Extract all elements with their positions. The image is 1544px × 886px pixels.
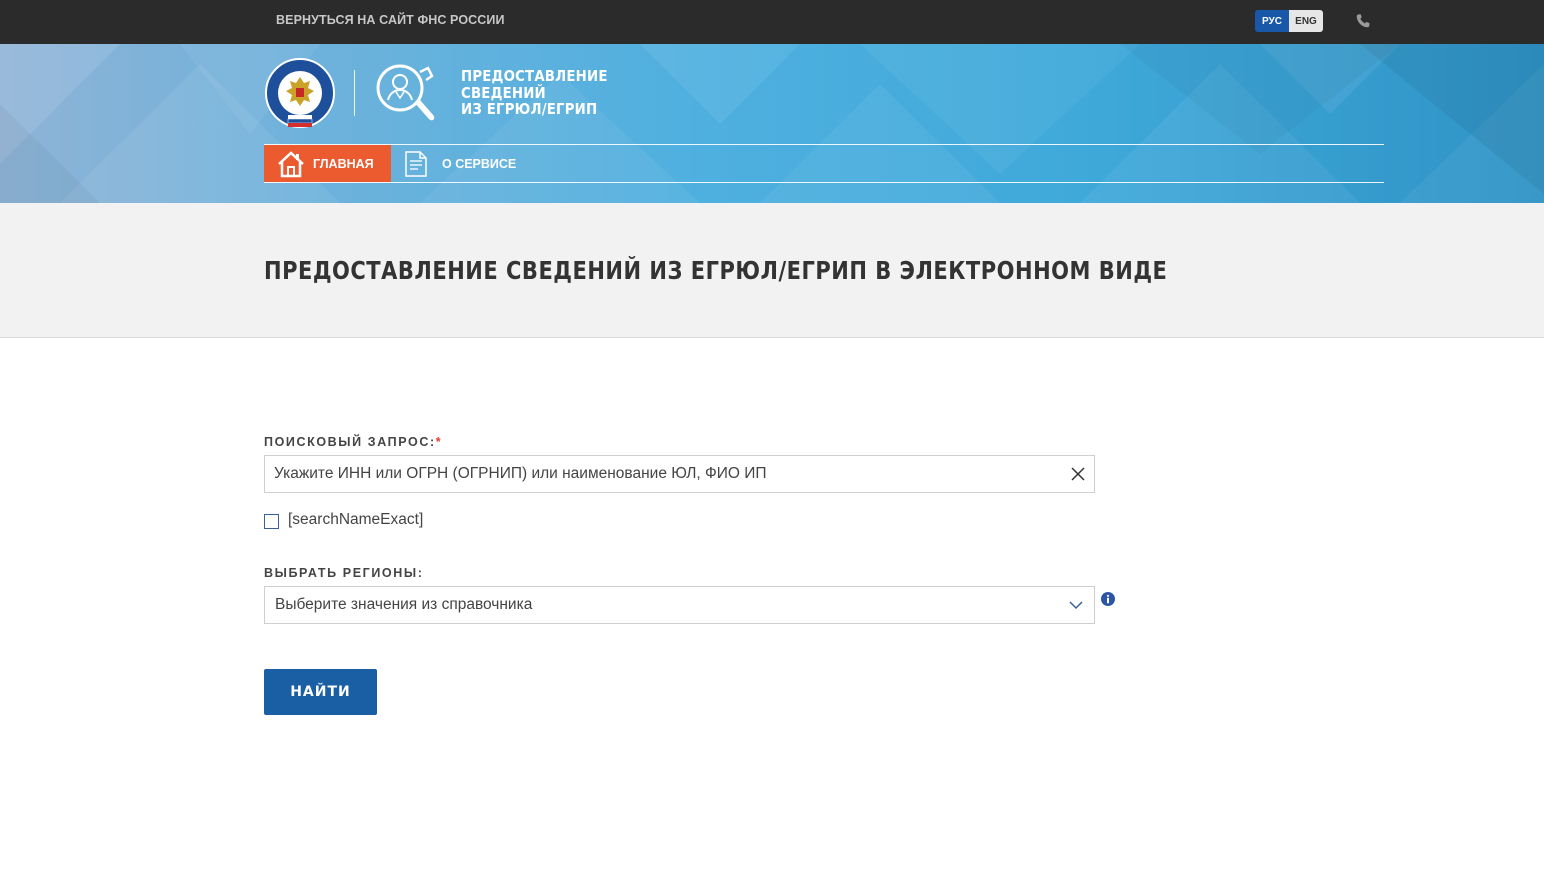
- nav-home-tab[interactable]: ГЛАВНАЯ: [264, 145, 391, 182]
- nav-about-tab[interactable]: О СЕРВИСЕ: [402, 145, 516, 182]
- nav-home-label: ГЛАВНАЯ: [313, 156, 374, 171]
- nav-about-label: О СЕРВИСЕ: [442, 156, 517, 171]
- header-background-pattern: [0, 44, 1544, 203]
- language-switcher: РУС ENG: [1255, 10, 1323, 32]
- site-header: ПРЕДОСТАВЛЕНИЕ СВЕДЕНИЙ ИЗ ЕГРЮЛ/ЕГРИП Г…: [0, 44, 1544, 203]
- service-title: ПРЕДОСТАВЛЕНИЕ СВЕДЕНИЙ ИЗ ЕГРЮЛ/ЕГРИП: [461, 68, 608, 118]
- find-button[interactable]: НАЙТИ: [264, 669, 377, 715]
- fns-emblem-logo: [265, 58, 335, 128]
- search-field: [264, 455, 1095, 493]
- nav-divider-bottom: [264, 182, 1384, 183]
- back-to-fns-link[interactable]: ВЕРНУТЬСЯ НА САЙТ ФНС РОССИИ: [276, 13, 505, 27]
- search-name-exact-checkbox[interactable]: [264, 514, 279, 529]
- regions-label: ВЫБРАТЬ РЕГИОНЫ:: [264, 566, 424, 580]
- document-icon: [405, 150, 427, 177]
- service-title-line: ПРЕДОСТАВЛЕНИЕ: [461, 67, 608, 85]
- chevron-down-icon: [1069, 601, 1083, 610]
- lang-en-button[interactable]: ENG: [1289, 10, 1323, 32]
- phone-icon[interactable]: [1355, 13, 1371, 29]
- search-input[interactable]: [274, 456, 1054, 492]
- top-bar: ВЕРНУТЬСЯ НА САЙТ ФНС РОССИИ РУС ENG: [0, 0, 1544, 44]
- service-title-line: СВЕДЕНИЙ: [461, 83, 546, 102]
- service-magnifier-icon: [376, 64, 435, 121]
- search-name-exact-label[interactable]: [searchNameExact]: [288, 511, 423, 529]
- regions-select[interactable]: Выберите значения из справочника: [264, 586, 1095, 624]
- lang-ru-button[interactable]: РУС: [1255, 10, 1289, 32]
- page-title-band: ПРЕДОСТАВЛЕНИЕ СВЕДЕНИЙ ИЗ ЕГРЮЛ/ЕГРИП В…: [0, 203, 1544, 338]
- search-label: ПОИСКОВЫЙ ЗАПРОС:*: [264, 435, 442, 449]
- search-label-text: ПОИСКОВЫЙ ЗАПРОС:: [264, 435, 436, 449]
- info-icon[interactable]: [1101, 592, 1115, 606]
- service-title-line: ИЗ ЕГРЮЛ/ЕГРИП: [461, 100, 598, 118]
- clear-icon[interactable]: [1071, 467, 1085, 481]
- page-title: ПРЕДОСТАВЛЕНИЕ СВЕДЕНИЙ ИЗ ЕГРЮЛ/ЕГРИП В…: [264, 256, 1168, 285]
- house-icon: [278, 150, 304, 177]
- regions-select-placeholder: Выберите значения из справочника: [275, 596, 533, 613]
- required-mark: *: [435, 435, 443, 449]
- logo-divider: [354, 70, 355, 116]
